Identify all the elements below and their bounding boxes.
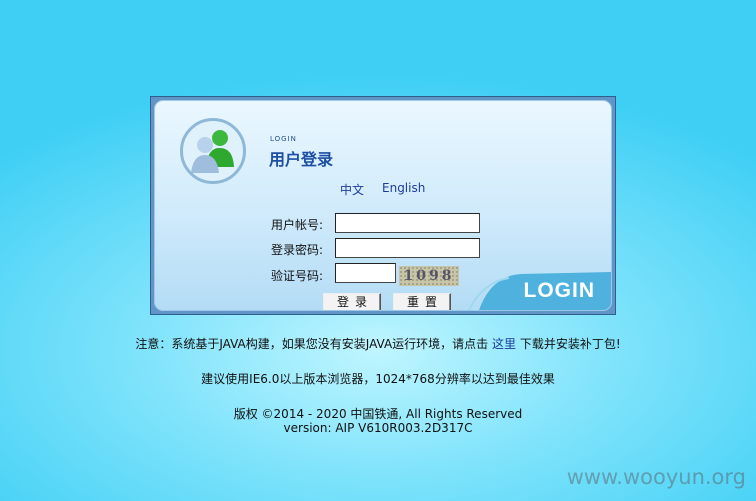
java-notice: 注意：系统基于JAVA构建，如果您没有安装JAVA运行环境，请点击 这里 下载并… — [0, 335, 756, 352]
login-button[interactable]: 登录 — [323, 293, 381, 310]
captcha-label: 验证号码: — [271, 269, 324, 283]
panel-title: 用户登录 — [269, 150, 334, 169]
captcha-text: 1098 — [403, 268, 455, 284]
captcha-image[interactable]: 1098 — [399, 266, 459, 286]
username-label: 用户帐号: — [271, 218, 324, 232]
copyright-text: 版权 ©2014 - 2020 中国铁通, All Rights Reserve… — [233, 407, 523, 421]
watermark: www.wooyun.org — [566, 465, 746, 489]
login-caption: LOGIN — [270, 135, 297, 143]
password-input[interactable] — [335, 238, 480, 258]
notice-suffix: 下载并安装补丁包! — [519, 337, 621, 351]
login-panel-inner: LOGIN 用户登录 中文 English 用户帐号: 登录密码: 验证号码: … — [154, 100, 612, 311]
reset-button[interactable]: 重置 — [393, 293, 451, 310]
captcha-input[interactable] — [335, 263, 396, 283]
language-chinese-link[interactable]: 中文 — [340, 181, 364, 198]
username-input[interactable] — [335, 213, 480, 233]
language-english-link[interactable]: English — [382, 181, 425, 195]
download-here-link[interactable]: 这里 — [492, 337, 516, 351]
login-corner-text: LOGIN — [523, 279, 595, 302]
password-label: 登录密码: — [271, 243, 324, 257]
version-text: version: AIP V610R003.2D317C — [283, 421, 473, 435]
users-icon — [180, 118, 246, 184]
browser-recommendation: 建议使用IE6.0以上版本浏览器，1024*768分辨率以达到最佳效果 — [201, 372, 555, 386]
notice-prefix: 注意：系统基于JAVA构建，如果您没有安装JAVA运行环境，请点击 — [135, 337, 489, 351]
login-panel: LOGIN 用户登录 中文 English 用户帐号: 登录密码: 验证号码: … — [150, 96, 616, 315]
